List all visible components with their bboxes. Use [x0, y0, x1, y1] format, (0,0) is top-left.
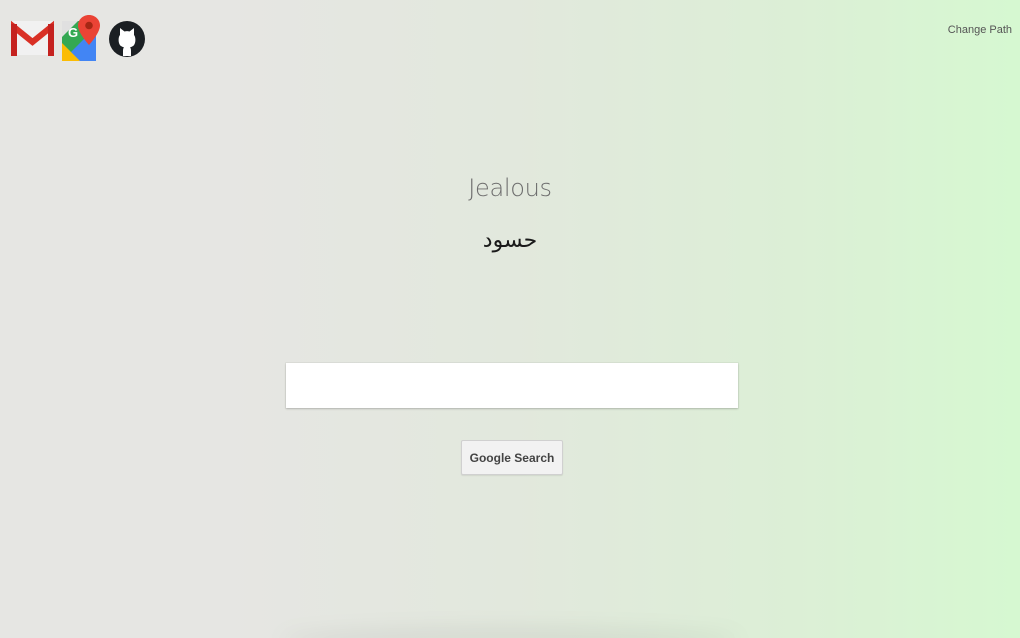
google-search-button[interactable]: Google Search — [461, 440, 563, 475]
svg-text:G: G — [68, 25, 78, 40]
change-path-link[interactable]: Change Path — [948, 24, 1012, 36]
gmail-icon[interactable] — [10, 13, 55, 63]
app-shortcuts: G — [10, 13, 151, 63]
github-icon[interactable] — [106, 13, 151, 63]
word-english: Jealous — [468, 174, 552, 202]
word-arabic-translation: حسود — [482, 228, 538, 253]
page-bottom-shadow — [280, 628, 740, 638]
search-input[interactable] — [286, 363, 738, 408]
google-maps-icon[interactable]: G — [58, 13, 103, 63]
